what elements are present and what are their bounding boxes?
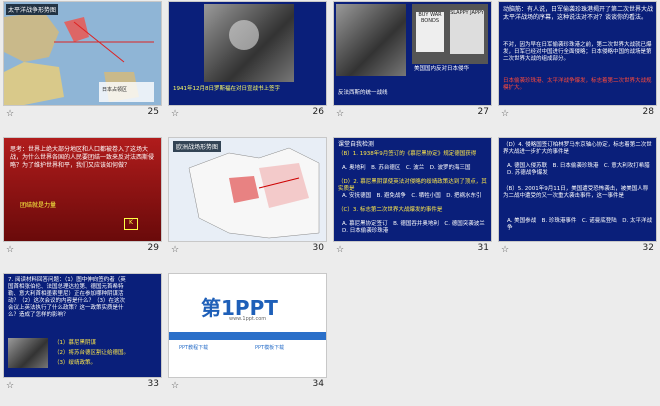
logo-sub: www.1ppt.com	[229, 316, 267, 322]
star-icon: ☆	[171, 109, 180, 119]
star-icon: ☆	[171, 245, 180, 255]
star-icon: ☆	[336, 245, 345, 255]
caption-2: 反法西斯的统一战线	[338, 90, 388, 96]
slide-32: （D）4. 侵略国签订柏林罗马东京轴心协定，标志着第二次世界大战进一步扩大的事件…	[499, 138, 656, 241]
slide-31: 课堂自我检测 （B）1. 1938年9月签订的《慕尼黑协定》规定德国获得 A. …	[334, 138, 491, 241]
question-4-options: A. 德国入侵苏联 B. 日本偷袭珍珠港 C. 意大利攻打希腊 D. 苏德战争爆…	[507, 163, 656, 176]
slide-34: 第1PPT www.1ppt.com PPT教程下载 PPT模板下载	[169, 274, 326, 377]
slide-thumb-26[interactable]: 1941年12月8日罗斯福在对日宣战书上签字 ☆ 26	[167, 1, 330, 124]
think-text: 思考：世界上绝大部分地区和人口都被卷入了这场大战，为什么世界各国的人民要团结一致…	[10, 146, 155, 169]
munich-photo	[8, 338, 48, 368]
question-2-options: A. 安抚德国 B. 避免战争 C. 牺牲小国 D. 把祸水东引	[342, 193, 482, 199]
slide-caption: 1941年12月8日罗斯福在对日宣战书上签字	[173, 86, 280, 92]
slide-28: 动脑筋：有人说，日军偷袭珍珠港揭开了第二次世界大战太平洋战场的序幕，这种说法对不…	[499, 2, 656, 105]
slide-thumb-29[interactable]: 思考：世界上绝大部分地区和人口都被卷入了这场大战，为什么世界各国的人民要团结一致…	[2, 137, 165, 260]
question-3: （C）3. 标志第二次世界大战爆发的事件是	[338, 207, 443, 213]
slide-33: 7. 阅读材料回答问题：（1）图中伸向签约者（英国首相张伯伦、法国总理达拉第、德…	[4, 274, 161, 377]
photo-right: BUY WAR BONDS SLAPPY JAPPY	[412, 4, 488, 64]
slide-number: 30	[312, 243, 324, 253]
reading-question: 7. 阅读材料回答问题：（1）图中伸向签约者（英国首相张伯伦、法国总理达拉第、德…	[8, 277, 126, 318]
slide-thumb-33[interactable]: 7. 阅读材料回答问题：（1）图中伸向签约者（英国首相张伯伦、法国总理达拉第、德…	[2, 273, 165, 396]
star-icon: ☆	[501, 245, 510, 255]
answer-highlight: 日本偷袭珍珠港、太平洋战争爆发，标志着第二次世界大战规模扩大。	[503, 78, 652, 91]
star-icon: ☆	[6, 381, 15, 391]
globe-icon	[229, 20, 259, 50]
slide-number: 32	[642, 243, 654, 253]
map-legend: 日本占领区	[102, 87, 128, 93]
slide-25: 太平洋战争形势图 日本占领区	[4, 2, 161, 105]
slide-title: 太平洋战争形势图	[6, 4, 59, 15]
question-2: （D）2. 慕尼黑阴谋使英法对侵略的绥靖政策达到了顶点，其实质是	[338, 179, 487, 192]
slide-number: 26	[312, 107, 324, 117]
slide-27: BUY WAR BONDS SLAPPY JAPPY 美国国内反对日本侵华 反法…	[334, 2, 491, 105]
slide-29: 思考：世界上绝大部分地区和人口都被卷入了这场大战，为什么世界各国的人民要团结一致…	[4, 138, 161, 241]
star-icon: ☆	[6, 245, 15, 255]
star-icon: ☆	[6, 109, 15, 119]
question-5-options: A. 美国参战 B. 珍珠港事件 C. 诺曼底登陆 D. 太平洋战争	[507, 218, 653, 231]
question-1-options: A. 奥地利 B. 苏台德区 C. 波兰 D. 波罗的海三国	[342, 165, 471, 171]
question-1: （B）1. 1938年9月签订的《慕尼黑协定》规定德国获得	[338, 151, 477, 157]
pacific-map-icon	[4, 2, 161, 105]
answer-body: 不对，因为早在日军偷袭珍珠港之前，第二次世界大战就已爆发，日军已经对中国进行全面…	[503, 42, 652, 62]
slide-thumb-31[interactable]: 课堂自我检测 （B）1. 1938年9月签订的《慕尼黑协定》规定德国获得 A. …	[332, 137, 495, 260]
star-icon: ☆	[171, 381, 180, 391]
answer-2: （2）将苏台德区割让给德国。	[54, 350, 130, 356]
star-icon: ☆	[336, 109, 345, 119]
brand-bar	[169, 332, 326, 340]
slide-number: 27	[477, 107, 489, 117]
answer-3: （3）绥靖政策。	[54, 360, 96, 366]
caption-1: 美国国内反对日本侵华	[414, 66, 470, 72]
slide-30: 欧洲战场形势图	[169, 138, 326, 241]
slide-number: 31	[477, 243, 489, 253]
slide-number: 33	[147, 379, 159, 389]
slide-number: 28	[642, 107, 654, 117]
slide-number: 34	[312, 379, 324, 389]
key-icon[interactable]: K	[124, 218, 138, 230]
slide-thumb-25[interactable]: 太平洋战争形势图 日本占领区 ☆ 25	[2, 1, 165, 124]
slide-title: 课堂自我检测	[338, 141, 375, 148]
link-tutorial[interactable]: PPT教程下载	[179, 344, 208, 351]
question-3-options: A. 慕尼黑协定签订 B. 德国吞并奥地利 C. 德国突袭波兰 D. 日本偷袭珍…	[342, 221, 491, 234]
answer-1: （1）慕尼黑阴谋	[54, 340, 96, 346]
slide-thumb-34[interactable]: 第1PPT www.1ppt.com PPT教程下载 PPT模板下载 ☆ 34	[167, 273, 330, 396]
star-icon: ☆	[501, 109, 510, 119]
slide-thumb-27[interactable]: BUY WAR BONDS SLAPPY JAPPY 美国国内反对日本侵华 反法…	[332, 1, 495, 124]
slide-thumb-32[interactable]: （D）4. 侵略国签订柏林罗马东京轴心协定，标志着第二次世界大战进一步扩大的事件…	[497, 137, 660, 260]
poster-slappy: SLAPPY JAPPY	[450, 10, 484, 54]
slide-26: 1941年12月8日罗斯福在对日宣战书上签字	[169, 2, 326, 105]
slide-thumb-28[interactable]: 动脑筋：有人说，日军偷袭珍珠港揭开了第二次世界大战太平洋战场的序幕，这种说法对不…	[497, 1, 660, 124]
question-heading: 动脑筋：有人说，日军偷袭珍珠港揭开了第二次世界大战太平洋战场的序幕，这种说法对不…	[503, 6, 654, 21]
question-5: （B）5. 2001年9月11日，美国遭受恐怖袭击，被美国人称为二战中遭受的又一…	[503, 186, 649, 199]
slide-number: 25	[147, 107, 159, 117]
europe-map-icon	[169, 138, 326, 241]
photo-left	[336, 4, 406, 76]
question-4: （D）4. 侵略国签订柏林罗马东京轴心协定，标志着第二次世界大战进一步扩大的事件…	[503, 142, 652, 155]
poster-war-bonds: BUY WAR BONDS	[416, 12, 444, 52]
link-template[interactable]: PPT模板下载	[255, 344, 284, 351]
unity-label: 团结就是力量	[20, 202, 57, 209]
slide-title: 欧洲战场形势图	[173, 141, 222, 152]
slide-number: 29	[147, 243, 159, 253]
slide-thumb-30[interactable]: 欧洲战场形势图 ☆ 30	[167, 137, 330, 260]
